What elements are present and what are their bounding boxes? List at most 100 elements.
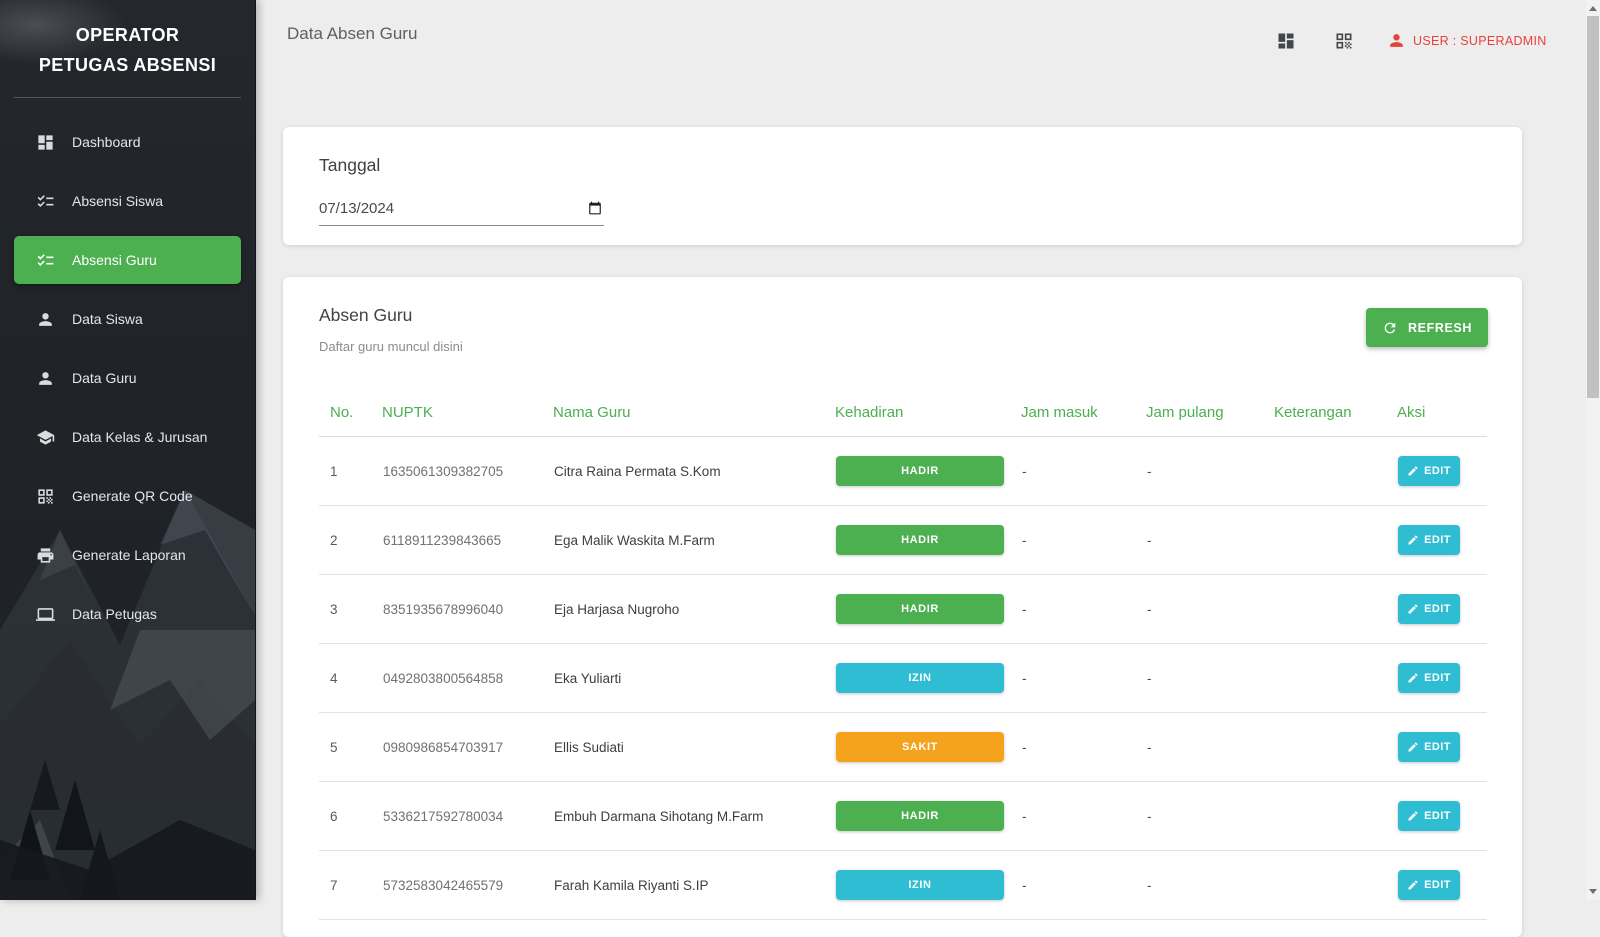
dashboard-icon bbox=[36, 133, 55, 152]
edit-icon bbox=[1407, 534, 1419, 546]
cell-aksi: EDIT bbox=[1397, 713, 1487, 782]
status-badge: HADIR bbox=[836, 456, 1004, 486]
table-row: 11635061309382705Citra Raina Permata S.K… bbox=[319, 437, 1487, 506]
checklist-icon bbox=[36, 192, 55, 211]
column-header-no: No. bbox=[319, 392, 382, 437]
vertical-scrollbar[interactable] bbox=[1586, 0, 1600, 900]
edit-button-label: EDIT bbox=[1424, 810, 1451, 822]
refresh-icon bbox=[1382, 320, 1398, 336]
sidebar-item-data-guru[interactable]: Data Guru bbox=[14, 354, 241, 402]
cell-jam-pulang: - bbox=[1146, 851, 1274, 920]
sidebar-item-absensi-guru[interactable]: Absensi Guru bbox=[14, 236, 241, 284]
scrollbar-down-arrow-icon[interactable] bbox=[1589, 889, 1597, 894]
cell-aksi: EDIT bbox=[1397, 782, 1487, 851]
school-icon bbox=[36, 428, 55, 447]
column-header-jam-masuk: Jam masuk bbox=[1021, 392, 1146, 437]
edit-button-label: EDIT bbox=[1424, 672, 1451, 684]
edit-icon bbox=[1407, 741, 1419, 753]
laptop-icon bbox=[36, 605, 55, 624]
printer-icon bbox=[36, 546, 55, 565]
sidebar-item-absensi-siswa[interactable]: Absensi Siswa bbox=[14, 177, 241, 225]
sidebar-item-dashboard[interactable]: Dashboard bbox=[14, 118, 241, 166]
table-row: 40492803800564858Eka YuliartiIZIN--EDIT bbox=[319, 644, 1487, 713]
cell-nama-guru: Eja Harjasa Nugroho bbox=[553, 575, 835, 644]
scrollbar-thumb[interactable] bbox=[1587, 16, 1599, 398]
cell-keterangan bbox=[1274, 713, 1397, 782]
sidebar-item-label: Data Petugas bbox=[72, 606, 157, 622]
cell-kehadiran: HADIR bbox=[835, 506, 1021, 575]
cell-nama-guru: Ega Malik Waskita M.Farm bbox=[553, 506, 835, 575]
status-badge: IZIN bbox=[836, 870, 1004, 900]
date-filter-card: Tanggal 07/13/2024 bbox=[283, 127, 1522, 245]
cell-nuptk: 0980986854703917 bbox=[382, 713, 553, 782]
sidebar-item-generate-laporan[interactable]: Generate Laporan bbox=[14, 531, 241, 579]
date-input[interactable]: 07/13/2024 bbox=[319, 191, 604, 226]
edit-button[interactable]: EDIT bbox=[1398, 870, 1460, 900]
edit-icon bbox=[1407, 810, 1419, 822]
refresh-button[interactable]: REFRESH bbox=[1366, 308, 1488, 347]
sidebar-item-data-siswa[interactable]: Data Siswa bbox=[14, 295, 241, 343]
page-title: Data Absen Guru bbox=[287, 24, 417, 44]
sidebar-item-generate-qr-code[interactable]: Generate QR Code bbox=[14, 472, 241, 520]
edit-button[interactable]: EDIT bbox=[1398, 663, 1460, 693]
calendar-icon[interactable] bbox=[588, 201, 602, 215]
column-header-jam-pulang: Jam pulang bbox=[1146, 392, 1274, 437]
status-badge: SAKIT bbox=[836, 732, 1004, 762]
refresh-button-label: REFRESH bbox=[1408, 321, 1472, 335]
sidebar-item-data-kelas-jurusan[interactable]: Data Kelas & Jurusan bbox=[14, 413, 241, 461]
table-row: 65336217592780034Embuh Darmana Sihotang … bbox=[319, 782, 1487, 851]
status-badge: HADIR bbox=[836, 525, 1004, 555]
cell-jam-pulang: - bbox=[1146, 782, 1274, 851]
checklist-icon bbox=[36, 251, 55, 270]
person-icon bbox=[1387, 31, 1406, 50]
date-filter-label: Tanggal bbox=[319, 155, 380, 176]
column-header-nama-guru: Nama Guru bbox=[553, 392, 835, 437]
cell-keterangan bbox=[1274, 851, 1397, 920]
table-card-subtitle: Daftar guru muncul disini bbox=[319, 339, 463, 354]
edit-button[interactable]: EDIT bbox=[1398, 525, 1460, 555]
cell-kehadiran: IZIN bbox=[835, 851, 1021, 920]
scrollbar-up-arrow-icon[interactable] bbox=[1589, 6, 1597, 11]
cell-keterangan bbox=[1274, 782, 1397, 851]
date-value: 07/13/2024 bbox=[319, 200, 394, 217]
cell-jam-pulang: - bbox=[1146, 575, 1274, 644]
cell-nuptk: 8351935678996040 bbox=[382, 575, 553, 644]
cell-jam-pulang: - bbox=[1146, 437, 1274, 506]
cell-kehadiran: HADIR bbox=[835, 575, 1021, 644]
sidebar-item-label: Data Kelas & Jurusan bbox=[72, 429, 207, 445]
edit-button[interactable]: EDIT bbox=[1398, 732, 1460, 762]
qr-shortcut-button[interactable] bbox=[1334, 31, 1354, 51]
edit-button[interactable]: EDIT bbox=[1398, 594, 1460, 624]
qr-icon bbox=[36, 487, 55, 506]
cell-aksi: EDIT bbox=[1397, 437, 1487, 506]
table-header-row: No.NUPTKNama GuruKehadiranJam masukJam p… bbox=[319, 392, 1487, 437]
cell-nuptk: 0492803800564858 bbox=[382, 644, 553, 713]
cell-keterangan bbox=[1274, 506, 1397, 575]
table-row: 38351935678996040Eja Harjasa NugrohoHADI… bbox=[319, 575, 1487, 644]
column-header-kehadiran: Kehadiran bbox=[835, 392, 1021, 437]
sidebar-item-label: Absensi Siswa bbox=[72, 193, 163, 209]
edit-button[interactable]: EDIT bbox=[1398, 801, 1460, 831]
table-body: 11635061309382705Citra Raina Permata S.K… bbox=[319, 437, 1487, 920]
dashboard-shortcut-button[interactable] bbox=[1276, 31, 1296, 51]
sidebar-item-label: Data Siswa bbox=[72, 311, 143, 327]
sidebar-item-label: Generate Laporan bbox=[72, 547, 186, 563]
sidebar-item-label: Generate QR Code bbox=[72, 488, 193, 504]
sidebar-item-label: Dashboard bbox=[72, 134, 141, 150]
edit-button[interactable]: EDIT bbox=[1398, 456, 1460, 486]
status-badge: HADIR bbox=[836, 594, 1004, 624]
dashboard-icon bbox=[1276, 31, 1296, 51]
edit-button-label: EDIT bbox=[1424, 534, 1451, 546]
sidebar-item-data-petugas[interactable]: Data Petugas bbox=[14, 590, 241, 638]
edit-icon bbox=[1407, 603, 1419, 615]
edit-button-label: EDIT bbox=[1424, 879, 1451, 891]
sidebar-title-line1: OPERATOR bbox=[0, 20, 255, 50]
edit-icon bbox=[1407, 672, 1419, 684]
cell-nama-guru: Embuh Darmana Sihotang M.Farm bbox=[553, 782, 835, 851]
cell-aksi: EDIT bbox=[1397, 575, 1487, 644]
column-header-keterangan: Keterangan bbox=[1274, 392, 1397, 437]
person-icon bbox=[36, 310, 55, 329]
user-chip[interactable]: USER : SUPERADMIN bbox=[1387, 31, 1547, 50]
cell-no: 5 bbox=[319, 713, 382, 782]
cell-jam-masuk: - bbox=[1021, 506, 1146, 575]
